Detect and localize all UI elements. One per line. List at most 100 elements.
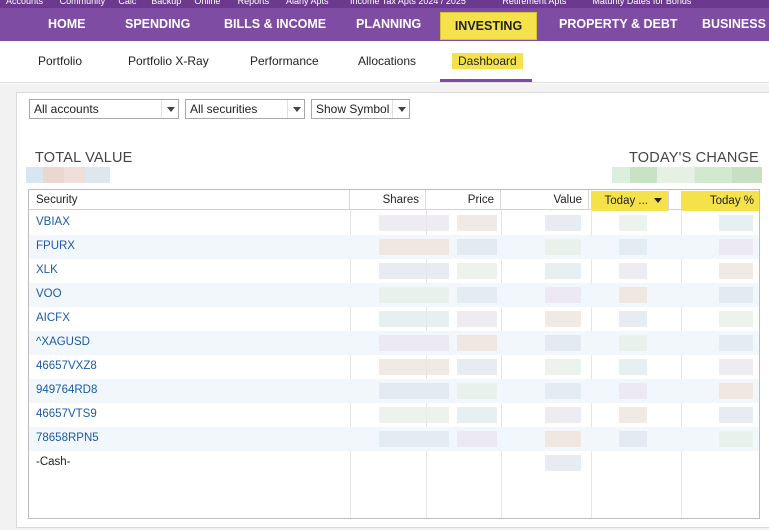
redacted-value bbox=[457, 335, 497, 351]
top-menu-item[interactable]: Community bbox=[60, 0, 106, 6]
tab-allocations[interactable]: Allocations bbox=[358, 54, 416, 68]
redacted-value bbox=[379, 407, 449, 423]
top-menu-item[interactable]: Backup bbox=[151, 0, 181, 6]
nav-investing[interactable]: INVESTING bbox=[440, 12, 537, 40]
security-link[interactable]: 949764RD8 bbox=[36, 384, 97, 396]
active-tab-underline bbox=[440, 79, 532, 82]
todays-change-label: TODAY'S CHANGE bbox=[629, 150, 759, 166]
symbol-dropdown-value: Show Symbol bbox=[316, 102, 390, 116]
column-header-label: Price bbox=[467, 194, 494, 206]
redacted-value bbox=[545, 239, 581, 255]
redacted-value bbox=[619, 311, 647, 327]
column-header-label: Value bbox=[553, 194, 582, 206]
redacted-value bbox=[719, 239, 753, 255]
column-header-security[interactable]: Security bbox=[29, 190, 350, 210]
security-link[interactable]: VOO bbox=[36, 288, 62, 300]
redacted-value bbox=[379, 335, 449, 351]
column-header-value[interactable]: Value bbox=[501, 190, 589, 210]
redacted-value bbox=[457, 239, 497, 255]
redacted-value bbox=[457, 431, 497, 447]
security-link[interactable]: 46657VXZ8 bbox=[36, 360, 97, 372]
table-row[interactable]: -Cash- bbox=[29, 451, 759, 475]
total-value-label: TOTAL VALUE bbox=[35, 150, 133, 166]
security-link[interactable]: VBIAX bbox=[36, 216, 70, 228]
sort-descending-icon[interactable] bbox=[654, 198, 662, 204]
top-menu-item[interactable]: Maturity Dates for Bonds bbox=[592, 0, 691, 6]
redacted-value bbox=[719, 263, 753, 279]
top-menu-item[interactable]: Income Tax Apts 2024 / 2025 bbox=[350, 0, 466, 6]
column-header-price[interactable]: Price bbox=[426, 190, 501, 210]
tab-portfolio-x-ray[interactable]: Portfolio X-Ray bbox=[128, 54, 209, 68]
nav-bills-income[interactable]: BILLS & INCOME bbox=[224, 8, 326, 41]
redacted-value bbox=[379, 431, 449, 447]
securities-dropdown[interactable]: All securities bbox=[185, 99, 305, 119]
top-menu-item[interactable]: Reports bbox=[238, 0, 270, 6]
tab-dashboard[interactable]: Dashboard bbox=[452, 53, 523, 69]
top-menu-item[interactable]: Online bbox=[194, 0, 220, 6]
top-menu-item[interactable]: Accounts bbox=[6, 0, 43, 6]
redacted-value bbox=[545, 431, 581, 447]
security-link[interactable]: XLK bbox=[36, 264, 58, 276]
security-name: -Cash- bbox=[36, 456, 71, 468]
sub-navigation: Portfolio Portfolio X-Ray Performance Alloc… bbox=[0, 41, 769, 83]
table-row[interactable]: ^XAGUSD bbox=[29, 331, 759, 355]
redacted-value bbox=[719, 383, 753, 399]
redacted-value bbox=[545, 263, 581, 279]
redacted-value bbox=[719, 287, 753, 303]
table-row[interactable]: VBIAX bbox=[29, 211, 759, 235]
table-row[interactable]: 46657VXZ8 bbox=[29, 355, 759, 379]
nav-property-debt[interactable]: PROPERTY & DEBT bbox=[559, 8, 678, 41]
redacted-value bbox=[619, 383, 647, 399]
redacted-value bbox=[545, 335, 581, 351]
redacted-value bbox=[545, 383, 581, 399]
redacted-value bbox=[379, 215, 449, 231]
table-row[interactable]: XLK bbox=[29, 259, 759, 283]
redacted-value bbox=[457, 383, 497, 399]
security-link[interactable]: AICFX bbox=[36, 312, 70, 324]
security-link[interactable]: FPURX bbox=[36, 240, 75, 252]
tab-performance[interactable]: Performance bbox=[250, 54, 319, 68]
chevron-down-icon[interactable] bbox=[392, 100, 409, 118]
redacted-value bbox=[545, 455, 581, 471]
chevron-down-icon[interactable] bbox=[161, 100, 178, 118]
column-header-shares[interactable]: Shares bbox=[350, 190, 426, 210]
security-link[interactable]: 78658RPN5 bbox=[36, 432, 99, 444]
redacted-value bbox=[457, 359, 497, 375]
tab-portfolio[interactable]: Portfolio bbox=[38, 54, 82, 68]
table-row[interactable]: FPURX bbox=[29, 235, 759, 259]
redacted-value bbox=[545, 311, 581, 327]
redacted-value bbox=[545, 407, 581, 423]
column-header-today-percent[interactable]: Today % bbox=[681, 191, 759, 211]
table-row[interactable]: 78658RPN5 bbox=[29, 427, 759, 451]
redacted-value bbox=[719, 359, 753, 375]
accounts-dropdown-value: All accounts bbox=[34, 102, 99, 116]
nav-planning[interactable]: PLANNING bbox=[356, 8, 421, 41]
redacted-value bbox=[545, 359, 581, 375]
redacted-value bbox=[619, 335, 647, 351]
redacted-value bbox=[619, 215, 647, 231]
redacted-value bbox=[379, 239, 449, 255]
nav-spending[interactable]: SPENDING bbox=[125, 8, 190, 41]
redacted-value bbox=[457, 287, 497, 303]
symbol-dropdown[interactable]: Show Symbol bbox=[311, 99, 410, 119]
top-menu-strip: Accounts Community Calc Backup Online Reports… bbox=[0, 0, 769, 8]
accounts-dropdown[interactable]: All accounts bbox=[29, 99, 179, 119]
top-menu-item[interactable]: Calc bbox=[118, 0, 136, 6]
table-row[interactable]: 949764RD8 bbox=[29, 379, 759, 403]
table-row[interactable]: VOO bbox=[29, 283, 759, 307]
column-header-today-change[interactable]: Today ... bbox=[591, 191, 669, 211]
top-menu-item[interactable]: Retirement Apts bbox=[502, 0, 566, 6]
redacted-value bbox=[619, 263, 647, 279]
security-link[interactable]: ^XAGUSD bbox=[36, 336, 90, 348]
table-row[interactable]: 46657VTS9 bbox=[29, 403, 759, 427]
redacted-value bbox=[379, 287, 449, 303]
nav-business[interactable]: BUSINESS bbox=[702, 8, 766, 41]
chevron-down-icon[interactable] bbox=[287, 100, 304, 118]
redacted-value bbox=[619, 431, 647, 447]
top-menu-item[interactable]: Alany Apts bbox=[286, 0, 329, 6]
redacted-value bbox=[619, 407, 647, 423]
security-link[interactable]: 46657VTS9 bbox=[36, 408, 97, 420]
table-row[interactable]: AICFX bbox=[29, 307, 759, 331]
nav-home[interactable]: HOME bbox=[48, 8, 86, 41]
main-navigation: HOME SPENDING BILLS & INCOME PLANNING INVEST… bbox=[0, 8, 769, 41]
